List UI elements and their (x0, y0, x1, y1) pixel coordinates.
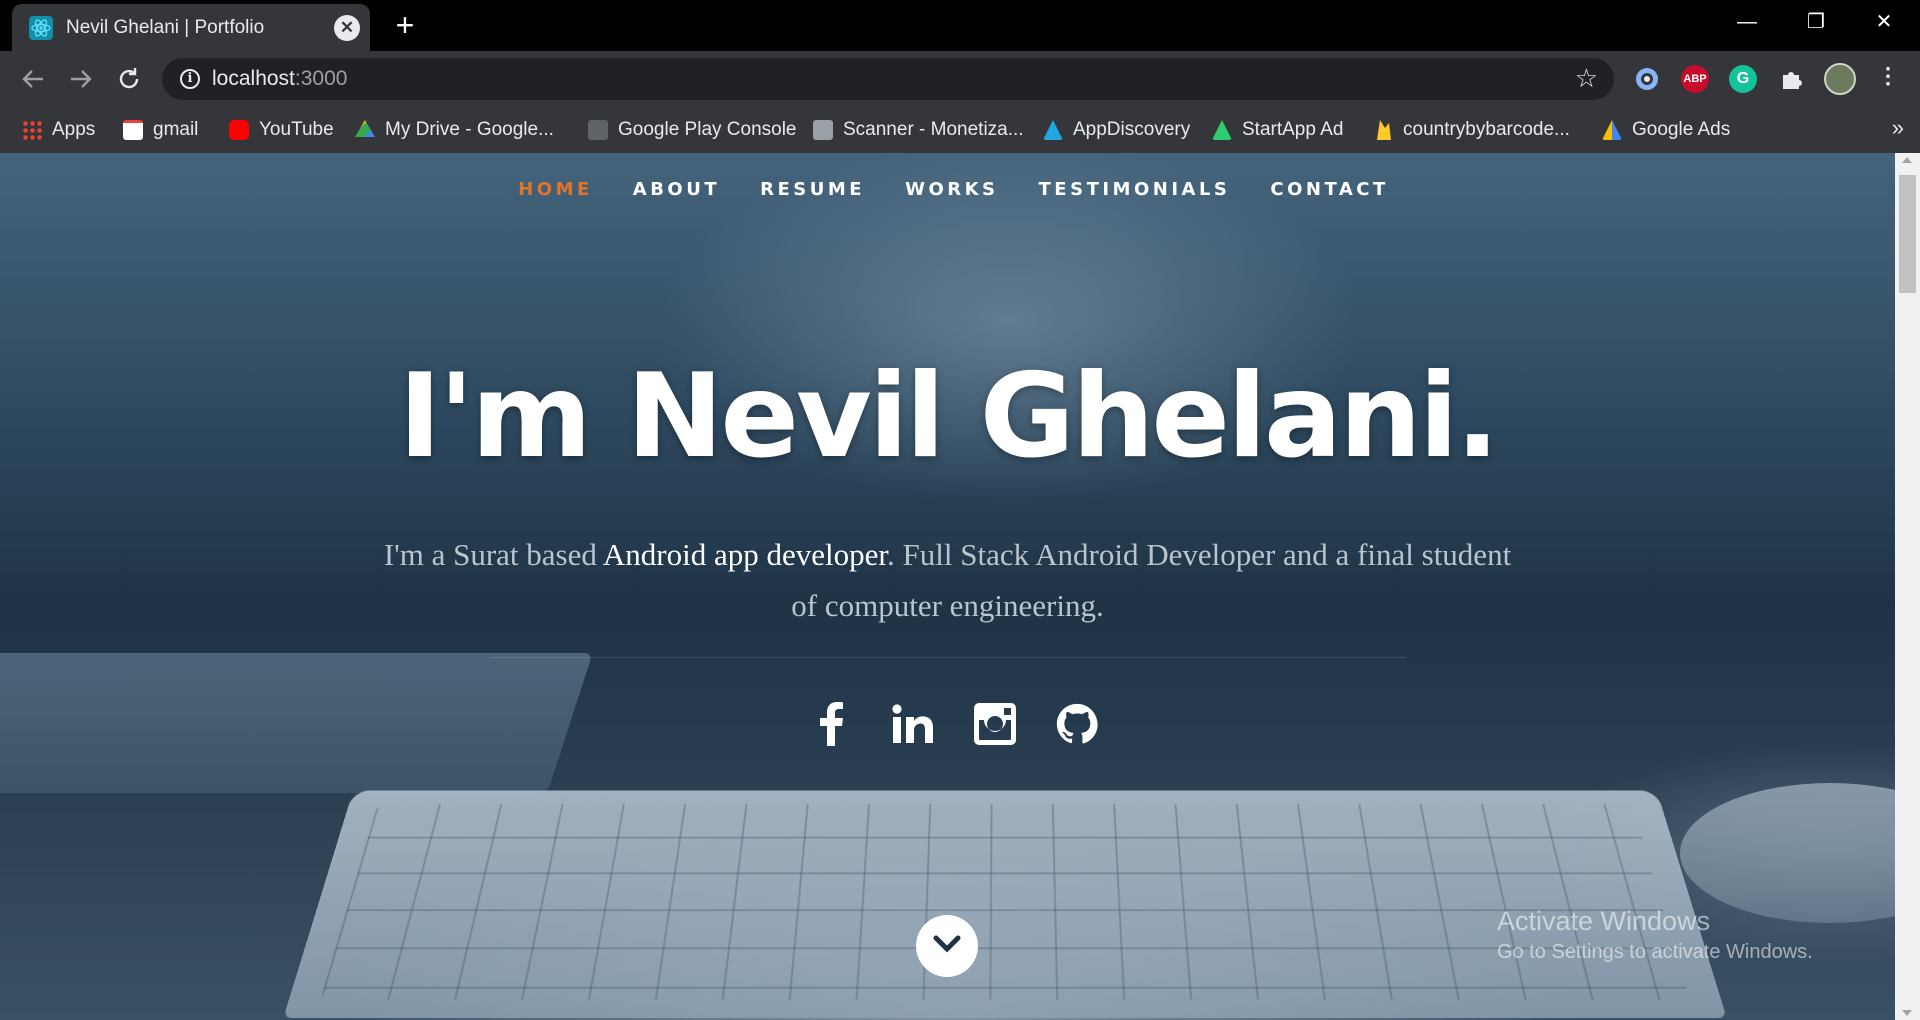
address-bar[interactable]: i localhost:3000 ☆ (162, 58, 1614, 100)
intro-highlight: Android app developer (602, 537, 887, 572)
chevron-down-icon (933, 935, 961, 953)
back-arrow-icon[interactable] (13, 59, 53, 99)
nav-home[interactable]: HOME (518, 179, 593, 200)
scroll-thumb[interactable] (1899, 175, 1916, 293)
bookmark-google-ads[interactable]: Google Ads (1602, 117, 1730, 143)
bookmark-label: Apps (52, 119, 96, 140)
minimize-button[interactable]: — (1716, 0, 1778, 44)
grammarly-icon[interactable]: G (1729, 65, 1757, 93)
bookmark-label: Google Play Console (618, 119, 797, 140)
bookmark-star-icon[interactable]: ☆ (1575, 63, 1598, 94)
bookmark-label: AppDiscovery (1073, 119, 1191, 140)
nav-works[interactable]: WORKS (905, 179, 998, 200)
intro-part2: . Full Stack Android Developer and a fin… (791, 537, 1512, 623)
extension-circle-icon[interactable] (1633, 65, 1661, 93)
bookmark-scanner[interactable]: Scanner - Monetiza... (813, 117, 1024, 143)
intro-part1: I'm a Surat based (383, 537, 603, 572)
nav-testimonials[interactable]: TESTIMONIALS (1039, 179, 1231, 200)
close-window-button[interactable]: ✕ (1853, 0, 1915, 44)
menu-kebab-icon[interactable]: ⋮ (1874, 65, 1902, 93)
browser-toolbar: i localhost:3000 ☆ ABP G ⋮ (0, 51, 1920, 107)
nav-about[interactable]: ABOUT (633, 179, 720, 200)
bookmark-startapp[interactable]: StartApp Ad (1212, 117, 1343, 143)
background-keyboard (283, 790, 1727, 1019)
adblock-plus-icon[interactable]: ABP (1681, 65, 1709, 93)
bookmark-label: gmail (153, 119, 199, 140)
bookmark-label: My Drive - Google... (385, 119, 554, 140)
tab-title: Nevil Ghelani | Portfolio (66, 17, 265, 38)
windows-activation-watermark: Activate Windows Go to Settings to activ… (1497, 906, 1813, 964)
watermark-line1: Activate Windows (1497, 906, 1711, 936)
social-links (0, 698, 1895, 750)
bookmark-label: countrybybarcode... (1403, 119, 1570, 140)
url-text[interactable]: localhost:3000 (212, 67, 347, 91)
scroll-down-button[interactable] (916, 915, 978, 977)
restore-button[interactable]: ❐ (1785, 0, 1847, 44)
bookmarks-bar: Apps gmail YouTube My Drive - Google... … (0, 107, 1920, 153)
hero-intro: I'm a Surat based Android app developer.… (380, 529, 1515, 631)
hero-headline: I'm Nevil Ghelani. (398, 349, 1499, 484)
site-info-icon[interactable]: i (180, 69, 200, 89)
facebook-icon[interactable] (805, 698, 857, 750)
bookmark-label: Scanner - Monetiza... (843, 119, 1024, 140)
bookmark-label: YouTube (259, 119, 334, 140)
forward-arrow-icon[interactable] (61, 59, 101, 99)
site-nav: HOME ABOUT RESUME WORKS TESTIMONIALS CON… (0, 179, 1895, 200)
google-drive-icon (355, 120, 375, 137)
profile-avatar[interactable] (1824, 63, 1856, 95)
react-favicon-icon (29, 16, 53, 40)
bookmark-youtube[interactable]: YouTube (229, 117, 334, 143)
new-tab-button[interactable]: + (390, 8, 420, 42)
hero-section: HOME ABOUT RESUME WORKS TESTIMONIALS CON… (0, 153, 1895, 1020)
google-ads-icon (1602, 120, 1622, 140)
bookmark-apps[interactable]: Apps (22, 117, 95, 143)
gmail-icon (123, 120, 143, 140)
linkedin-icon[interactable] (887, 698, 939, 750)
firebase-icon (1377, 120, 1391, 140)
bookmark-my-drive[interactable]: My Drive - Google... (355, 117, 554, 143)
nav-contact[interactable]: CONTACT (1270, 179, 1388, 200)
apps-grid-icon (22, 120, 42, 140)
scroll-down-arrow-icon[interactable] (1902, 1010, 1912, 1016)
nav-resume[interactable]: RESUME (760, 179, 865, 200)
bookmark-countrybybarcode[interactable]: countrybybarcode... (1373, 117, 1570, 143)
bookmarks-overflow-icon[interactable]: » (1892, 115, 1904, 141)
startapp-icon (1212, 120, 1232, 140)
bookmark-play-console[interactable]: Google Play Console (588, 117, 797, 143)
youtube-icon (229, 120, 249, 140)
url-host: localhost (212, 67, 295, 90)
bookmark-appdiscovery[interactable]: AppDiscovery (1043, 117, 1190, 143)
bookmark-label: Google Ads (1632, 119, 1731, 140)
extensions-puzzle-icon[interactable] (1777, 65, 1805, 93)
page-scrollbar[interactable] (1895, 153, 1920, 1020)
tab-close-icon[interactable]: ✕ (334, 15, 360, 41)
scroll-up-arrow-icon[interactable] (1902, 157, 1912, 163)
bookmark-gmail[interactable]: gmail (123, 117, 198, 143)
github-icon[interactable] (1051, 698, 1103, 750)
instagram-icon[interactable] (969, 698, 1021, 750)
appdiscovery-icon (1043, 120, 1063, 140)
tab-strip: Nevil Ghelani | Portfolio ✕ + — ❐ ✕ (0, 0, 1920, 51)
scanner-icon (813, 120, 833, 140)
hero-divider (490, 657, 1405, 658)
reload-icon[interactable] (109, 59, 149, 99)
background-mouse (1680, 783, 1895, 923)
bookmark-label: StartApp Ad (1242, 119, 1344, 140)
url-port: :3000 (294, 67, 348, 90)
watermark-line2: Go to Settings to activate Windows. (1497, 941, 1813, 963)
play-console-icon (588, 120, 608, 140)
keyboard-keys (320, 803, 1690, 1000)
browser-tab[interactable]: Nevil Ghelani | Portfolio ✕ (12, 4, 370, 51)
